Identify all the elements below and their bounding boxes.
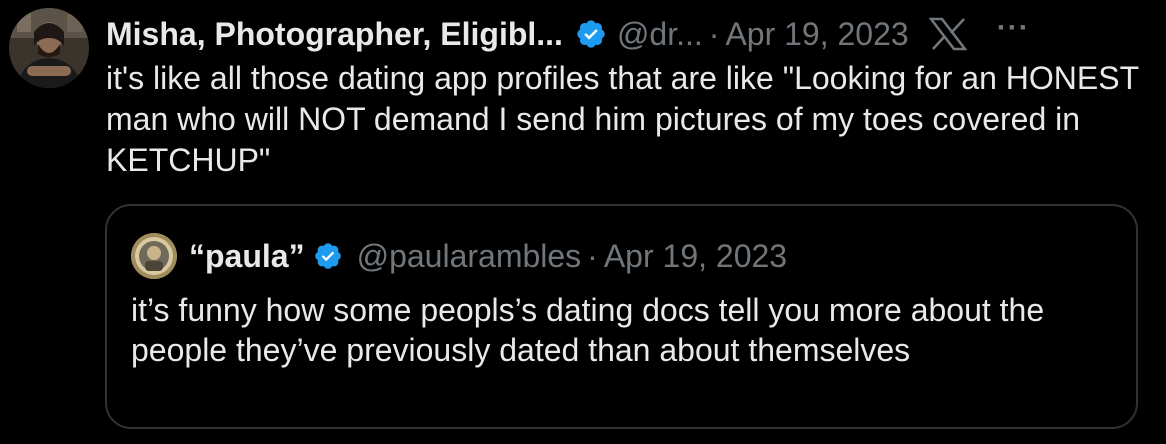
display-name[interactable]: Misha, Photographer, Eligibl...: [106, 16, 563, 53]
quoted-display-name[interactable]: “paula”: [189, 238, 305, 275]
more-options-icon[interactable]: ···: [997, 13, 1030, 43]
separator-dot: ·: [587, 237, 598, 274]
verified-badge-icon: [313, 241, 343, 271]
verified-badge-icon: [575, 18, 607, 50]
quoted-tweet-text: it’s funny how some peopls’s dating docs…: [131, 292, 1045, 368]
quoted-avatar-photo: [131, 233, 177, 279]
tweet[interactable]: Misha, Photographer, Eligibl... @dr... ·…: [0, 0, 1166, 444]
tweet-header: Misha, Photographer, Eligibl... @dr... ·…: [106, 12, 1030, 56]
avatar[interactable]: [9, 8, 89, 88]
x-logo-icon: [928, 17, 968, 51]
avatar-photo: [9, 8, 89, 88]
timestamp[interactable]: Apr 19, 2023: [725, 16, 908, 53]
quoted-tweet-header: “paula” @paularambles · Apr 19, 2023: [131, 232, 787, 280]
tweet-text: it's like all those dating app profiles …: [106, 60, 1139, 178]
quoted-timestamp[interactable]: Apr 19, 2023: [604, 238, 787, 275]
quoted-handle[interactable]: @paularambles: [357, 238, 582, 275]
separator-dot: ·: [708, 15, 720, 52]
quoted-tweet[interactable]: “paula” @paularambles · Apr 19, 2023 it’…: [105, 204, 1138, 429]
handle[interactable]: @dr...: [617, 16, 703, 53]
quoted-avatar[interactable]: [131, 233, 177, 279]
